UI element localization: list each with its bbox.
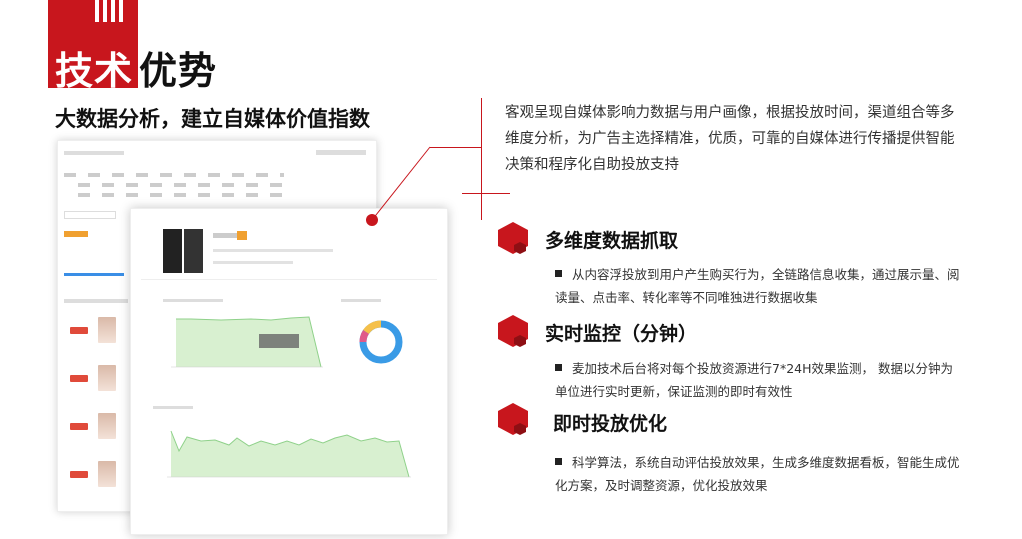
bullet-square-icon [555, 458, 562, 465]
feature-bullet-text-2: 麦加技术后台将对每个投放资源进行7*24H效果监测， 数据以分钟为单位进行实时更… [555, 361, 953, 399]
feature-title-3: 即时投放优化 [553, 413, 668, 435]
feature-bullet-text-3: 科学算法，系统自动评估投放效果，生成多维度数据看板，智能生成优化方案，及时调整资… [555, 455, 960, 493]
feature-bullet-2: 麦加技术后台将对每个投放资源进行7*24H效果监测， 数据以分钟为单位进行实时更… [555, 357, 965, 403]
feature-bullet-1: 从内容浮投放到用户产生购买行为，全链路信息收集，通过展示量、阅读量、点击率、转化… [555, 263, 965, 309]
feature-bullet-text-1: 从内容浮投放到用户产生购买行为，全链路信息收集，通过展示量、阅读量、点击率、转化… [555, 267, 960, 305]
connector-short-line [430, 147, 482, 148]
bullet-square-icon [555, 270, 562, 277]
connector-dot [366, 214, 378, 226]
connector-vertical-line [481, 98, 482, 220]
feature-title-1: 多维度数据抓取 [545, 230, 679, 252]
bullet-square-icon [555, 364, 562, 371]
feature-bullet-3: 科学算法，系统自动评估投放效果，生成多维度数据看板，智能生成优化方案，及时调整资… [555, 451, 965, 497]
cube-icon [498, 403, 528, 435]
cube-icon [498, 222, 528, 254]
cube-icon [498, 315, 528, 347]
connector-horizontal-line [462, 193, 510, 194]
feature-title-2: 实时监控（分钟） [545, 323, 698, 345]
description-text: 客观呈现自媒体影响力数据与用户画像，根据投放时间，渠道组合等多维度分析，为广告主… [505, 105, 955, 173]
